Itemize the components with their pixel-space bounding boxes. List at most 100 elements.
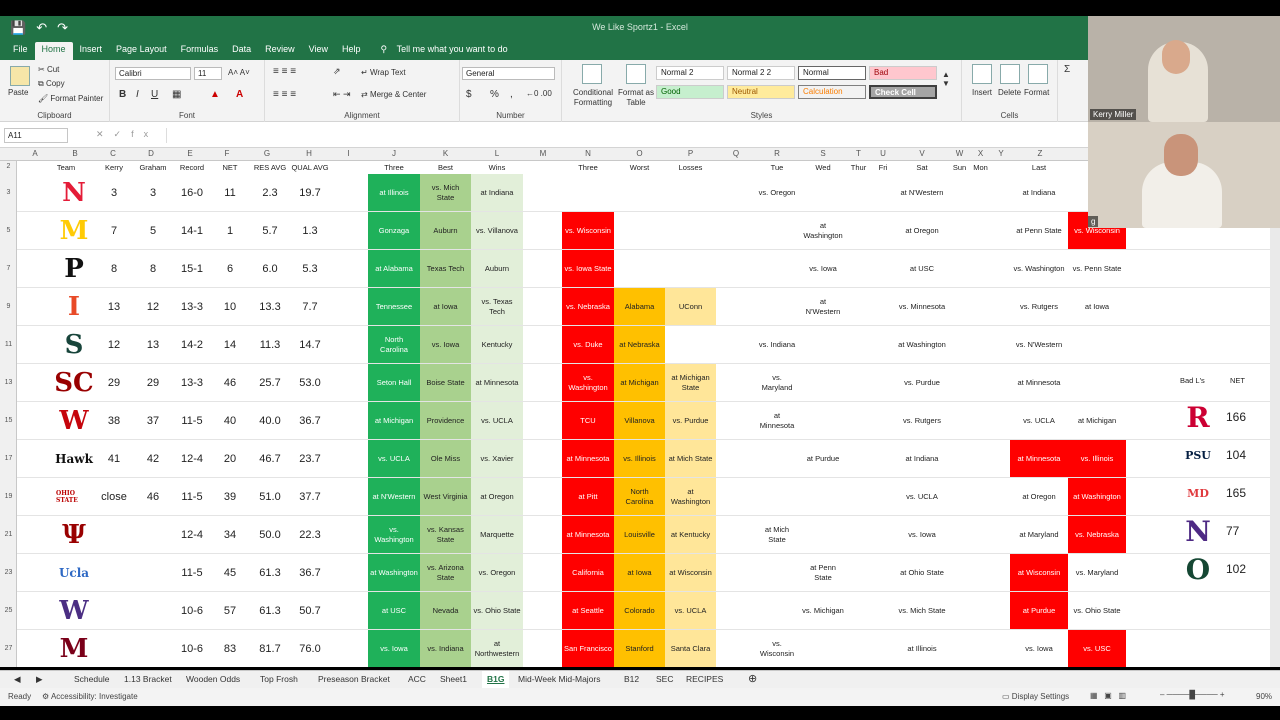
cell-graham[interactable]: 5	[135, 212, 171, 249]
cell-tue[interactable]	[755, 288, 799, 325]
cell-wins[interactable]: vs. Texas Tech	[471, 288, 523, 325]
wrap-text-button[interactable]: ↵ Wrap Text	[361, 68, 406, 77]
cell-three[interactable]: Seton Hall	[368, 364, 420, 401]
accessibility-status[interactable]: ⚙ Accessibility: Investigate	[42, 692, 138, 701]
cell-sat[interactable]: vs. Mich State	[895, 592, 949, 629]
cell-graham[interactable]: 3	[135, 174, 171, 211]
cell-wins[interactable]: Auburn	[471, 250, 523, 287]
style-neutral[interactable]: Neutral	[727, 85, 795, 99]
cell-o[interactable]: Alabama	[614, 288, 665, 325]
cell-wed[interactable]: at Penn State	[800, 554, 846, 591]
cell-three[interactable]: Tennessee	[368, 288, 420, 325]
style-normal[interactable]: Normal	[798, 66, 866, 80]
style-normal-2-2[interactable]: Normal 2 2	[727, 66, 795, 80]
cell-sat[interactable]: vs. Rutgers	[895, 402, 949, 439]
cell-record[interactable]: 11-5	[174, 402, 210, 439]
cell-record[interactable]: 10-6	[174, 630, 210, 667]
sheet-tab[interactable]: SEC	[656, 674, 673, 684]
cell-tue[interactable]: at Mich State	[755, 516, 799, 553]
column-header[interactable]: Z	[1011, 149, 1069, 158]
column-header[interactable]: J	[368, 149, 420, 158]
row-header[interactable]: 21	[0, 531, 17, 538]
copy-button[interactable]: ⧉ Copy	[38, 79, 65, 89]
cell-tue[interactable]	[755, 478, 799, 515]
cell-record[interactable]: 13-3	[174, 288, 210, 325]
column-header[interactable]: I	[329, 149, 368, 158]
cell-qual[interactable]: 37.7	[289, 478, 331, 515]
sheet-tab[interactable]: B12	[624, 674, 639, 684]
cell-qual[interactable]: 36.7	[289, 402, 331, 439]
cell-res[interactable]: 81.7	[250, 630, 290, 667]
format-cells-button[interactable]: Format	[1024, 88, 1049, 97]
cell-wed[interactable]	[800, 174, 846, 211]
cell-p[interactable]	[665, 326, 716, 363]
format-as-table-icon[interactable]	[626, 64, 646, 84]
row-header[interactable]: 27	[0, 645, 17, 652]
cell-best[interactable]: vs. Iowa	[420, 326, 471, 363]
font-size-select[interactable]: 11	[194, 67, 222, 80]
cell-wins[interactable]: vs. Ohio State	[471, 592, 523, 629]
column-header[interactable]: L	[471, 149, 523, 158]
row-header[interactable]: 25	[0, 607, 17, 614]
cell-kerry[interactable]: close	[97, 478, 131, 515]
cell-graham[interactable]: 42	[135, 440, 171, 477]
cell-wins[interactable]: Kentucky	[471, 326, 523, 363]
cell-last2[interactable]: at Washington	[1068, 478, 1126, 515]
cell-graham[interactable]: 12	[135, 288, 171, 325]
cell-three[interactable]: at USC	[368, 592, 420, 629]
cell-kerry[interactable]	[97, 592, 131, 629]
column-header[interactable]: C	[94, 149, 132, 158]
cell-qual[interactable]: 50.7	[289, 592, 331, 629]
comma-button[interactable]: ,	[510, 89, 513, 100]
cut-button[interactable]: ✂ Cut	[38, 65, 59, 74]
cell-qual[interactable]: 53.0	[289, 364, 331, 401]
view-buttons-icons[interactable]: ▦ ▣ ▥	[1090, 691, 1126, 700]
cell-best[interactable]: Providence	[420, 402, 471, 439]
cell-last2[interactable]	[1068, 326, 1126, 363]
opponent-net[interactable]: 166	[1226, 410, 1246, 424]
cell-net[interactable]: 57	[213, 592, 247, 629]
opponent-net[interactable]: 102	[1226, 562, 1246, 576]
cell-p[interactable]	[665, 174, 716, 211]
cell-tue[interactable]: vs. Wisconsin	[755, 630, 799, 667]
cell-net[interactable]: 39	[213, 478, 247, 515]
cell-tue[interactable]: vs. Maryland	[755, 364, 799, 401]
column-header[interactable]: D	[132, 149, 170, 158]
cell-last2[interactable]: at Michigan	[1068, 402, 1126, 439]
cell-res[interactable]: 5.7	[250, 212, 290, 249]
cell-net[interactable]: 11	[213, 174, 247, 211]
formula-icons[interactable]: ✕✓fx	[96, 129, 158, 140]
column-header[interactable]: B	[56, 149, 94, 158]
styles-scroll-icon[interactable]: ▲ ▼	[942, 70, 950, 88]
cell-p[interactable]: Santa Clara	[665, 630, 716, 667]
cell-qual[interactable]: 22.3	[289, 516, 331, 553]
cell-o[interactable]	[614, 212, 665, 249]
cell-net[interactable]: 45	[213, 554, 247, 591]
cell-graham[interactable]	[135, 630, 171, 667]
tab-review[interactable]: Review	[258, 42, 302, 60]
column-header[interactable]: Q	[716, 149, 756, 158]
cell-best[interactable]: Nevada	[420, 592, 471, 629]
orientation-icon[interactable]: ⇗	[333, 66, 341, 77]
column-header[interactable]: F	[209, 149, 245, 158]
borders-icon[interactable]: ▦	[172, 89, 181, 100]
cell-record[interactable]: 10-6	[174, 592, 210, 629]
cell-kerry[interactable]: 7	[97, 212, 131, 249]
cell-wed[interactable]	[800, 326, 846, 363]
cell-last2[interactable]: vs. Ohio State	[1068, 592, 1126, 629]
underline-button[interactable]: U	[151, 89, 158, 100]
row-header[interactable]: 19	[0, 493, 17, 500]
decimal-icons[interactable]: ←0 .00	[526, 89, 552, 98]
row-header[interactable]: 13	[0, 379, 17, 386]
cell-net[interactable]: 83	[213, 630, 247, 667]
cell-wed[interactable]: vs. Michigan	[800, 592, 846, 629]
font-grow-icon[interactable]: A˄ A˅	[228, 68, 250, 77]
cell-sat[interactable]: vs. UCLA	[895, 478, 949, 515]
cell-last[interactable]: at Wisconsin	[1010, 554, 1068, 591]
cell-sat[interactable]: at N'Western	[895, 174, 949, 211]
column-header[interactable]: A	[17, 149, 53, 158]
insert-cells-icon[interactable]	[972, 64, 992, 84]
cell-graham[interactable]	[135, 554, 171, 591]
cell-tue[interactable]	[755, 592, 799, 629]
cell-n[interactable]: TCU	[562, 402, 614, 439]
